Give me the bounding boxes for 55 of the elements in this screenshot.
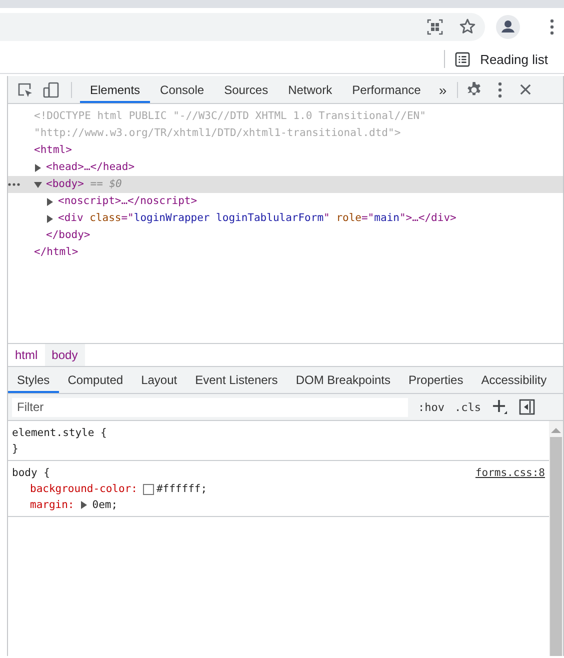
code-line: <noscript>…</noscript> [58, 194, 198, 209]
code-line: <html> [34, 143, 72, 158]
more-tabs-button[interactable]: » [430, 82, 455, 98]
code-line: <!DOCTYPE html PUBLIC "-//W3C//DTD XHTML 1.0 Transitional//EN" "http://www.w3.org/TR/xhtml1/DTD/xhtml1-transitional.dtd"> [34, 109, 427, 141]
inspect-element-icon[interactable] [17, 82, 33, 98]
filter-field[interactable]: Filter [12, 398, 408, 416]
scrollbar[interactable] [549, 421, 563, 656]
menu-icon[interactable] [550, 18, 554, 34]
panel-tab[interactable]: Network [278, 76, 342, 103]
profile-avatar-icon[interactable] [496, 14, 520, 38]
code-line: </html> [34, 245, 78, 260]
panel-tab[interactable]: Elements [80, 76, 150, 103]
more-options-icon[interactable] [498, 82, 502, 98]
grid-icon[interactable] [427, 18, 443, 34]
device-toolbar-icon[interactable] [43, 80, 59, 98]
collapsed-arrow-icon[interactable] [34, 164, 42, 172]
reading-list-button[interactable]: Reading list [480, 52, 548, 66]
scroll-thumb[interactable] [550, 437, 562, 656]
panel-tab[interactable]: Performance [342, 76, 431, 103]
color-swatch[interactable] [143, 484, 154, 494]
css-property: margin: [30, 498, 74, 513]
collapsed-arrow-icon[interactable] [46, 198, 54, 206]
breadcrumb[interactable]: html [8, 344, 45, 366]
sidebar-tab[interactable]: Layout [132, 367, 186, 393]
code-line: </body> [46, 228, 90, 243]
toggle-button[interactable]: .cls [454, 400, 481, 414]
sidebar-toggle-icon[interactable] [519, 399, 535, 415]
css-selector: element.style { [12, 426, 107, 441]
css-value: 0em; [92, 498, 118, 513]
new-rule-icon[interactable] [492, 399, 508, 415]
source-link[interactable]: forms.css:8 [475, 465, 545, 481]
sidebar-tab[interactable]: Event Listeners [186, 367, 287, 393]
reading-list-icon[interactable] [455, 52, 470, 66]
selected-row[interactable]: <body> == $0 [8, 176, 563, 193]
sidebar-tab[interactable]: DOM Breakpoints [286, 367, 400, 393]
collapsed-arrow-icon[interactable] [46, 214, 54, 222]
star-icon[interactable] [459, 18, 476, 35]
breadcrumb[interactable]: body [44, 344, 85, 366]
panel-tab[interactable]: Sources [214, 76, 278, 103]
css-property: background-color: [30, 482, 138, 497]
close-icon[interactable] [520, 84, 531, 95]
sidebar-tab[interactable]: Properties [400, 367, 472, 393]
code-line: <body> == $0 [46, 177, 122, 192]
expanded-arrow-icon[interactable] [34, 180, 42, 188]
sidebar-tab[interactable]: Computed [58, 367, 132, 393]
collapsed-arrow-icon[interactable] [80, 501, 88, 509]
code-line: <div class="loginWrapper loginTablularForm" role="main">…</div> [58, 211, 456, 226]
settings-icon[interactable] [466, 82, 482, 98]
sidebar-tab[interactable]: Accessibility [472, 367, 556, 393]
panel-tab[interactable]: Console [150, 76, 214, 103]
css-selector: body { [12, 466, 50, 481]
closing-brace: } [12, 443, 18, 455]
css-value: #ffffff; [156, 482, 208, 497]
code-line: <head>…</head> [46, 160, 135, 175]
toggle-button[interactable]: :hov [418, 400, 444, 414]
